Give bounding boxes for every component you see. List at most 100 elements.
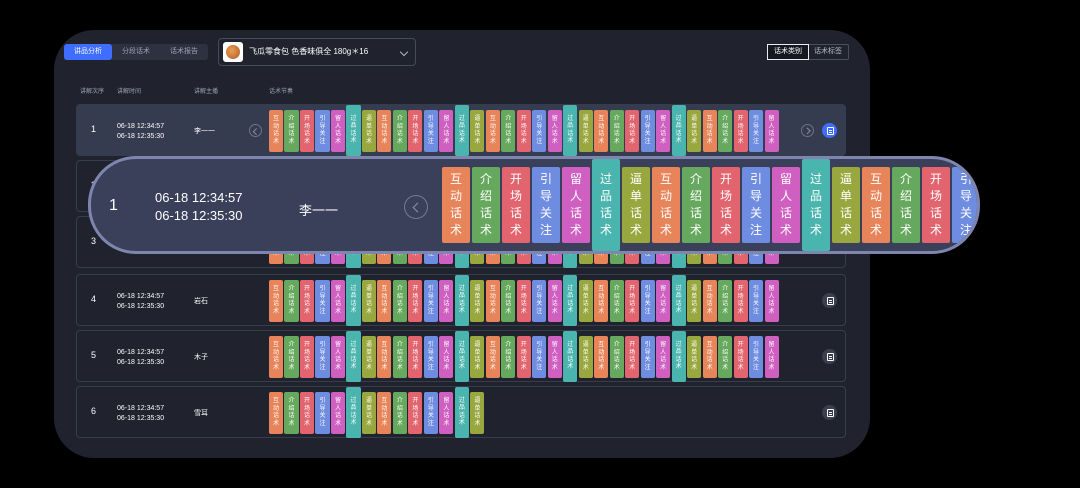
- tab-script-tag[interactable]: 话术标签: [808, 45, 848, 59]
- script-tile-char: 人: [660, 123, 667, 130]
- script-tile-char: 话: [768, 301, 775, 307]
- script-tile: 引导关注: [532, 167, 560, 243]
- script-tile: 介绍话术: [682, 167, 710, 243]
- script-tile-char: 引: [959, 172, 972, 186]
- script-tile-char: 介: [288, 398, 295, 404]
- script-tile-char: 动: [598, 349, 605, 356]
- script-tile-char: 留: [334, 342, 341, 348]
- script-tile-char: 引: [753, 116, 760, 122]
- tab-script-category[interactable]: 话术类别: [767, 44, 809, 60]
- script-tile-char: 话: [629, 301, 636, 307]
- script-tile-char: 导: [319, 349, 326, 356]
- script-tile-char: 绍: [722, 349, 729, 356]
- script-tile-char: 术: [365, 138, 372, 145]
- script-tile-char: 引: [536, 286, 543, 292]
- script-tile-char: 术: [304, 308, 311, 315]
- script-tile: 逼单话术: [578, 110, 593, 152]
- script-tile-char: 术: [273, 420, 280, 427]
- zoom-prev-icon[interactable]: [404, 195, 428, 219]
- row-time: 06-18 12:34:57 06-18 12:35:30: [117, 292, 164, 311]
- script-tile-char: 互: [273, 398, 280, 404]
- script-tile: 介绍话术: [392, 280, 407, 322]
- table-row[interactable]: 1 06-18 12:34:57 06-18 12:35:30 李一一互动话术介绍话术…: [76, 104, 846, 156]
- script-tile: 开场话术: [733, 110, 748, 152]
- script-tile-char: 话: [629, 206, 642, 220]
- script-tile-char: 术: [365, 364, 372, 371]
- script-tile-char: 话: [365, 131, 372, 137]
- script-tile-char: 动: [598, 293, 605, 300]
- script-tile-char: 人: [660, 349, 667, 356]
- script-tile-char: 过: [675, 285, 682, 292]
- script-tile-char: 术: [381, 420, 388, 427]
- script-tile-char: 话: [779, 206, 792, 220]
- script-tile-char: 话: [660, 301, 667, 307]
- script-tile-char: 人: [334, 293, 341, 300]
- script-tile: 开场话术: [516, 110, 531, 152]
- script-tile-char: 关: [536, 301, 543, 307]
- script-tile-char: 关: [644, 357, 651, 363]
- script-tile: 留人话术: [439, 280, 454, 322]
- script-tile-char: 留: [768, 116, 775, 122]
- script-tile-char: 话: [722, 357, 729, 363]
- document-icon[interactable]: [822, 123, 837, 138]
- table-row[interactable]: 6 06-18 12:34:57 06-18 12:35:30 雪耳互动话术介绍话术开…: [76, 386, 846, 438]
- script-tile-char: 术: [899, 223, 912, 237]
- script-tile-char: 术: [629, 138, 636, 145]
- script-tile-char: 介: [288, 342, 295, 348]
- script-tile-char: 开: [737, 116, 744, 122]
- script-tile-char: 动: [381, 349, 388, 356]
- script-tile-char: 过: [458, 285, 465, 292]
- row-host: 木子: [194, 354, 208, 361]
- script-tile-char: 开: [509, 172, 522, 186]
- script-tile-char: 话: [273, 413, 280, 419]
- script-tile-char: 动: [381, 293, 388, 300]
- script-tile: 留人话术: [547, 280, 562, 322]
- tab-script-report[interactable]: 话术报告: [160, 44, 208, 60]
- script-tile-char: 绍: [288, 405, 295, 412]
- script-tile: 互动话术: [442, 167, 470, 243]
- prev-icon[interactable]: [249, 124, 262, 137]
- document-icon[interactable]: [822, 405, 837, 420]
- script-tile-char: 话: [396, 413, 403, 419]
- script-tile-char: 开: [629, 342, 636, 348]
- row-time-start: 06-18 12:34:57: [117, 293, 165, 300]
- product-thumbnail: [223, 42, 243, 62]
- script-tile-char: 术: [288, 138, 295, 145]
- next-icon[interactable]: [801, 124, 814, 137]
- script-tile-char: 术: [582, 308, 589, 315]
- script-tile-char: 关: [644, 131, 651, 137]
- script-tile-char: 关: [749, 206, 762, 220]
- script-tile-char: 引: [644, 342, 651, 348]
- script-tile-char: 话: [598, 357, 605, 363]
- script-tile-char: 开: [304, 286, 311, 292]
- script-tile-char: 关: [536, 357, 543, 363]
- script-tile: 开场话术: [408, 392, 423, 434]
- tab-segment-script[interactable]: 分段话术: [112, 44, 160, 60]
- script-tile-char: 动: [273, 405, 280, 412]
- script-tile-char: 话: [458, 130, 465, 137]
- document-icon[interactable]: [822, 349, 837, 364]
- script-tile-char: 单: [582, 349, 589, 356]
- row-time-start: 06-18 12:34:57: [117, 349, 165, 356]
- script-tile-char: 单: [365, 405, 372, 412]
- table-row[interactable]: 4 06-18 12:34:57 06-18 12:35:30 岩石互动话术介绍话术开…: [76, 274, 846, 326]
- script-tile-char: 话: [505, 301, 512, 307]
- script-tile-char: 术: [869, 223, 882, 237]
- script-tile-char: 导: [319, 293, 326, 300]
- script-tile: 过品话术: [671, 331, 686, 382]
- script-tile: 介绍话术: [392, 336, 407, 378]
- script-tile-char: 注: [427, 138, 434, 145]
- document-icon[interactable]: [822, 293, 837, 308]
- script-tile-char: 过: [458, 397, 465, 404]
- tab-product-analysis[interactable]: 讲品分析: [64, 44, 112, 60]
- script-tile-char: 关: [536, 131, 543, 137]
- script-tile-char: 话: [569, 206, 582, 220]
- script-tile: 引导关注: [423, 392, 438, 434]
- script-tile-char: 术: [381, 308, 388, 315]
- script-tile-char: 术: [551, 364, 558, 371]
- product-selector[interactable]: 飞瓜零食包 色香味俱全 180g＊16: [218, 38, 416, 66]
- script-tile-char: 互: [449, 172, 462, 186]
- script-tile-char: 开: [629, 286, 636, 292]
- table-row[interactable]: 5 06-18 12:34:57 06-18 12:35:30 木子互动话术介绍话术开…: [76, 330, 846, 382]
- script-tile: 留人话术: [656, 110, 671, 152]
